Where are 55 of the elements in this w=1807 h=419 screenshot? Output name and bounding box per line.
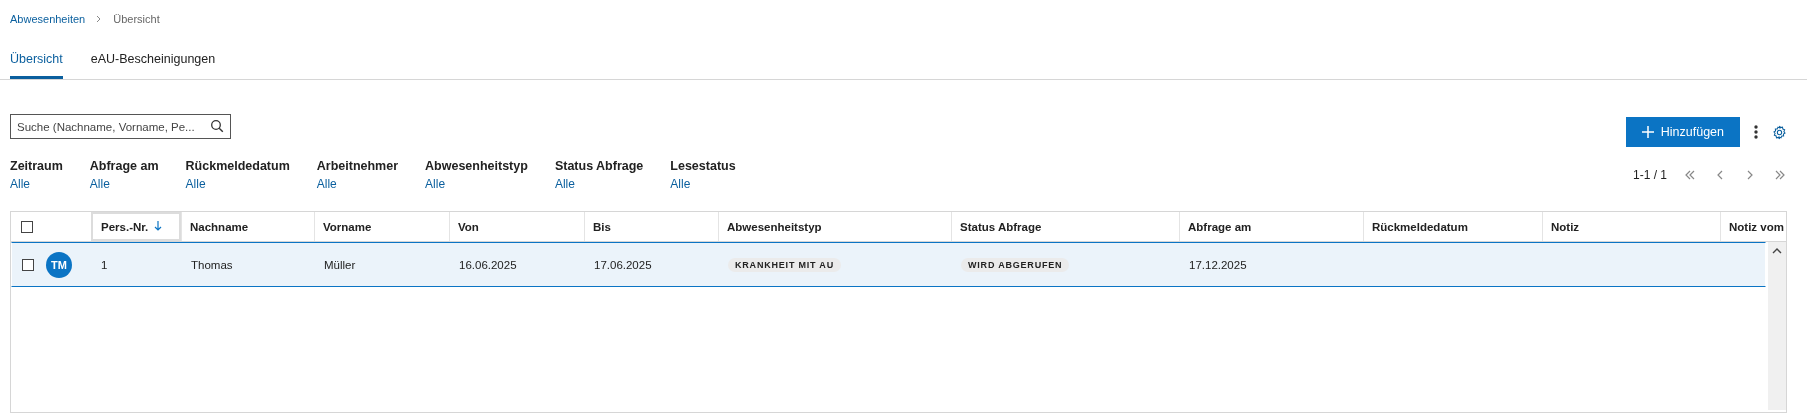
first-page-button[interactable] [1683, 168, 1697, 182]
filter-value[interactable]: Alle [10, 177, 63, 191]
search-icon [210, 119, 224, 133]
filter-value[interactable]: Alle [425, 177, 528, 191]
table-row[interactable]: TM 1 Thomas Müller 16.06.2025 17.06.2025 KRANKHEIT MIT AU WIRD ABGERUFEN 17.12.2025 [11, 242, 1766, 287]
column-header[interactable]: Abfrage am [1179, 212, 1363, 241]
column-header[interactable]: Notiz [1542, 212, 1720, 241]
breadcrumb-link[interactable]: Abwesenheiten [10, 13, 86, 25]
column-header[interactable]: Rückmeldedatum [1363, 212, 1542, 241]
avatar: TM [46, 251, 72, 278]
scrollbar[interactable] [1768, 242, 1786, 410]
column-header[interactable]: Pers.-Nr. [91, 212, 181, 241]
column-header[interactable]: Notiz vom [1720, 212, 1792, 241]
sort-arrow-icon [154, 221, 163, 232]
table-cell: 16.06.2025 [459, 258, 517, 271]
more-icon[interactable] [1754, 125, 1758, 139]
column-header[interactable]: Abwesenheitstyp [718, 212, 951, 241]
status-tag: WIRD ABGERUFEN [961, 257, 1070, 272]
filter-value[interactable]: Alle [554, 177, 644, 191]
column-header[interactable]: Vorname [314, 212, 449, 241]
column-header[interactable]: Status Abfrage [951, 212, 1179, 241]
select-all-checkbox[interactable] [21, 220, 33, 233]
table-cell: 17.06.2025 [594, 258, 652, 271]
table-cell: 1 [101, 258, 108, 271]
add-button[interactable]: Hinzufügen [1625, 117, 1740, 147]
filter-label: Abwesenheitstyp [425, 159, 528, 173]
settings-icon[interactable] [1772, 124, 1787, 140]
filter-label: Zeitraum [10, 159, 63, 173]
double-chevron-left-icon [1683, 168, 1697, 182]
filter-label: Abfrage am [89, 159, 159, 173]
filter-label: Rückmeldedatum [185, 159, 290, 173]
status-tag: KRANKHEIT MIT AU [728, 257, 841, 272]
breadcrumb-current: Übersicht [113, 13, 160, 25]
filter-label: Arbeitnehmer [316, 159, 399, 173]
chevron-up-icon [1772, 247, 1782, 254]
column-header[interactable]: Von [449, 212, 584, 241]
tab[interactable]: Übersicht [10, 52, 63, 79]
row-checkbox[interactable] [22, 258, 34, 271]
double-chevron-right-icon [1773, 168, 1787, 182]
filter-value[interactable]: Alle [670, 177, 736, 191]
search-field[interactable]: Suche (Nachname, Vorname, Pe... [10, 114, 231, 139]
page-range: 1-1 / 1 [1632, 168, 1667, 182]
filter-label: Status Abfrage [554, 159, 644, 173]
filter-value[interactable]: Alle [316, 177, 399, 191]
tab[interactable]: eAU-Bescheinigungen [90, 52, 216, 79]
filter-value[interactable]: Alle [185, 177, 290, 191]
filter-label: Lesestatus [670, 159, 736, 173]
filter-value[interactable]: Alle [89, 177, 159, 191]
table-cell: Müller [324, 258, 356, 271]
plus-icon [1641, 126, 1654, 138]
column-header[interactable]: Nachname [181, 212, 314, 241]
last-page-button[interactable] [1773, 168, 1787, 182]
table-cell: Thomas [191, 258, 233, 271]
table-cell: 17.12.2025 [1189, 258, 1247, 271]
column-header[interactable]: Bis [584, 212, 718, 241]
